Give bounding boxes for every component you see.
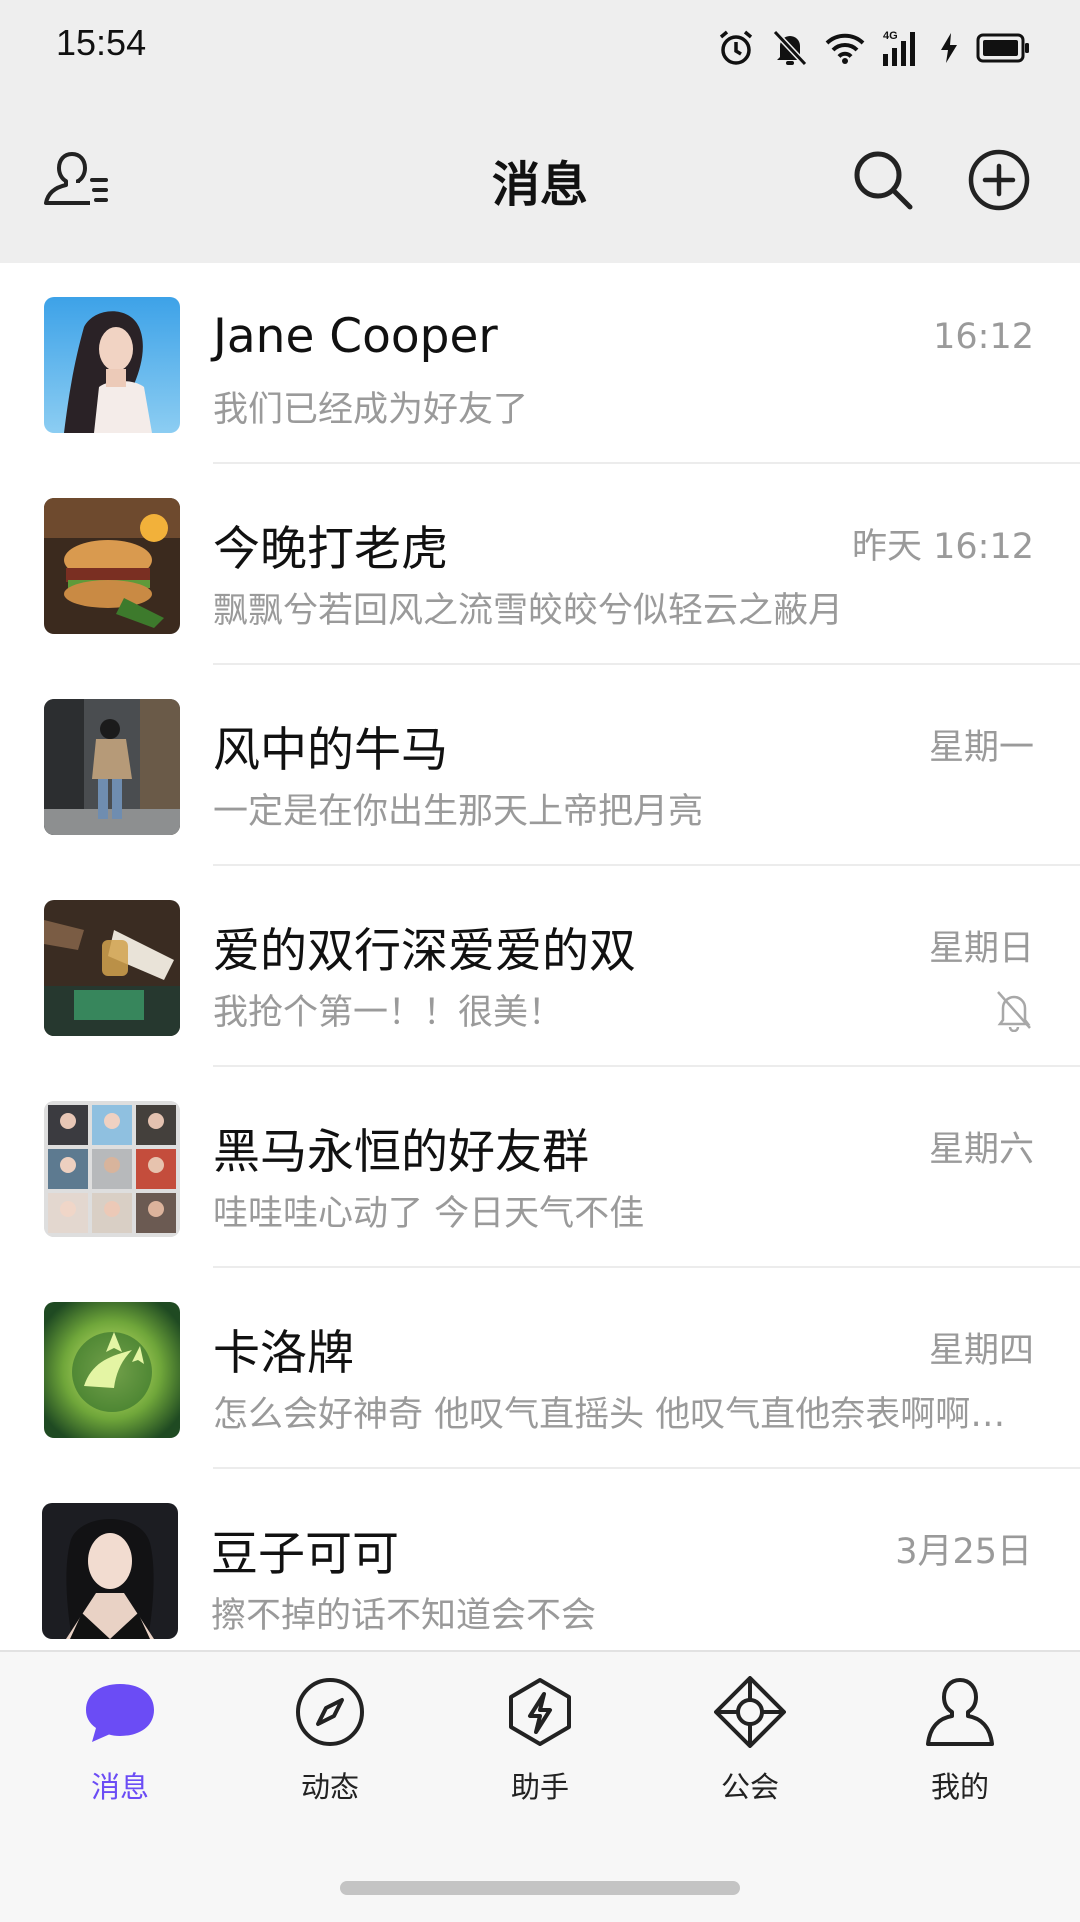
guild-icon [714, 1676, 786, 1748]
chat-item-jinwan-dalaohu[interactable]: 今晚打老虎 昨天 16:12 飘飘兮若回风之流雪皎皎兮似轻云之蔽月 [0, 464, 1080, 665]
avatar [42, 1503, 178, 1639]
charging-icon [941, 33, 957, 63]
chat-last-message: 我们已经成为好友了 [213, 390, 529, 430]
chat-last-message: 一定是在你出生那天上帝把月亮 [213, 792, 704, 832]
chat-name: 今晚打老虎 [213, 522, 448, 577]
chat-name: 黑马永恒的好友群 [213, 1125, 589, 1180]
message-bubble-icon [86, 1684, 154, 1742]
avatar [44, 498, 180, 634]
4g-signal-icon: 4G [883, 30, 915, 66]
chat-last-message: 擦不掉的话不知道会不会 [211, 1596, 597, 1636]
status-time: 15:54 [56, 22, 147, 63]
nav-tab-messages[interactable]: 消息 [12, 1652, 228, 1812]
mute-bell-icon [772, 29, 808, 67]
header: 消息 [0, 95, 1080, 263]
nav-label: 消息 [90, 1770, 149, 1804]
network-label: 4G [883, 30, 898, 42]
chat-last-message: 我抢个第一！！很美！ [213, 993, 564, 1033]
chat-name: 风中的牛马 [213, 723, 448, 778]
chat-name: Jane Cooper [213, 309, 498, 364]
add-button[interactable] [962, 143, 1036, 217]
alarm-icon [719, 30, 753, 65]
nav-tab-assistant[interactable]: 助手 [432, 1652, 648, 1812]
avatar [44, 900, 180, 1036]
chat-time: 星期一 [928, 728, 1034, 768]
chat-time: 星期四 [928, 1331, 1034, 1371]
chat-item-fengzhong-de-niuma[interactable]: 风中的牛马 星期一 一定是在你出生那天上帝把月亮 [0, 665, 1080, 866]
nav-tab-guild[interactable]: 公会 [642, 1652, 858, 1812]
chat-list: Jane Cooper 16:12 我们已经成为好友了 今晚打老虎 昨天 16:… [0, 263, 1080, 1650]
nav-label: 我的 [930, 1770, 989, 1804]
chat-item-jane-cooper[interactable]: Jane Cooper 16:12 我们已经成为好友了 [0, 263, 1080, 464]
status-bar: 15:54 4G [0, 0, 1080, 95]
chat-last-message: 哇哇哇心动了 今日天气不佳 [213, 1194, 645, 1234]
nav-tab-feed[interactable]: 动态 [222, 1652, 438, 1812]
chat-time: 16:12 [933, 317, 1034, 357]
avatar [44, 1302, 180, 1438]
search-icon [854, 151, 913, 210]
home-indicator[interactable] [340, 1881, 740, 1895]
nav-tab-profile[interactable]: 我的 [852, 1652, 1068, 1812]
chat-time: 星期六 [928, 1130, 1034, 1170]
chat-time: 昨天 16:12 [852, 527, 1034, 567]
chat-name: 豆子可可 [211, 1527, 399, 1582]
chat-item-douzi-keke[interactable]: 豆子可可 3月25日 擦不掉的话不知道会不会 [0, 1469, 1080, 1650]
chat-time: 3月25日 [895, 1532, 1032, 1572]
avatar [44, 699, 180, 835]
chat-time: 星期日 [928, 929, 1034, 969]
chat-last-message: 怎么会好神奇 他叹气直摇头 他叹气直他奈表啊啊啊啊啊 [213, 1395, 1033, 1435]
search-button[interactable] [846, 143, 920, 217]
battery-icon [976, 33, 1029, 63]
avatar [44, 297, 180, 433]
status-icons: 4G [716, 22, 1030, 74]
avatar [44, 1101, 180, 1237]
add-circle-icon [968, 149, 1030, 211]
chat-name: 卡洛牌 [213, 1326, 354, 1381]
compass-icon [296, 1678, 364, 1746]
nav-label: 公会 [720, 1770, 779, 1804]
profile-icon [926, 1678, 994, 1746]
lightning-hexagon-icon [509, 1678, 571, 1746]
chat-item-heima-group[interactable]: 黑马永恒的好友群 星期六 哇哇哇心动了 今日天气不佳 [0, 1067, 1080, 1268]
chat-last-message: 飘飘兮若回风之流雪皎皎兮似轻云之蔽月 [213, 591, 844, 631]
chat-name: 爱的双行深爱爱的双 [213, 924, 636, 979]
chat-item-kaluopai[interactable]: 卡洛牌 星期四 怎么会好神奇 他叹气直摇头 他叹气直他奈表啊啊啊啊啊 [0, 1268, 1080, 1469]
chat-item-ai-de-shuangxing[interactable]: 爱的双行深爱爱的双 星期日 我抢个第一！！很美！ [0, 866, 1080, 1067]
mute-icon [997, 991, 1031, 1032]
nav-label: 动态 [300, 1770, 359, 1804]
nav-label: 助手 [510, 1770, 569, 1804]
wifi-icon [825, 33, 865, 64]
